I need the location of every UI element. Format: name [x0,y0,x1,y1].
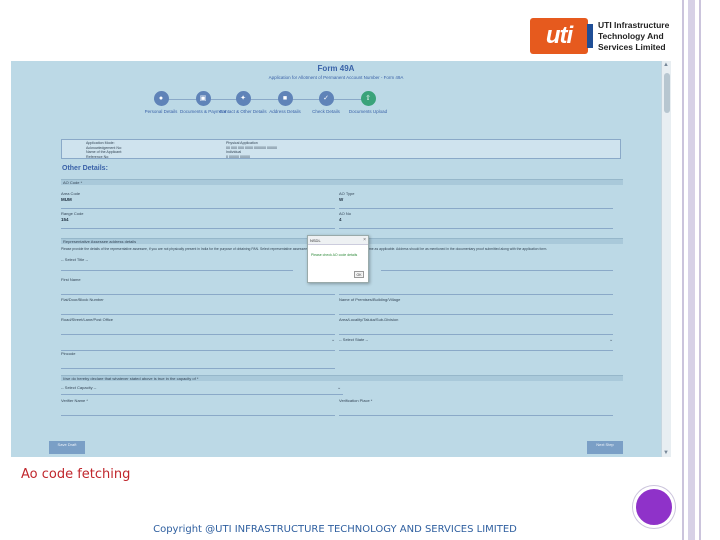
ao-type-field[interactable]: AO Type W [339,191,613,209]
copyright-footer: Copyright @UTI INFRASTRUCTURE TECHNOLOGY… [153,524,517,535]
ao-code-bar: AO Code * [61,179,623,185]
step-label: Documents Upload [348,109,388,114]
ao-type-value: W [339,197,344,202]
first-name-field[interactable]: First Name [61,277,335,295]
slide-caption: Ao code fetching [21,467,131,482]
logo-bar [587,24,593,48]
scroll-up-icon[interactable]: ▲ [663,62,669,68]
person-icon: ● [153,91,169,106]
representative-bar-label: Representative Assessee address details [63,239,137,244]
logo-company-name: UTI Infrastructure Technology And Servic… [598,20,669,53]
address-icon: ■ [277,91,293,106]
vertical-scrollbar[interactable]: ▲ ▼ [661,61,671,457]
form-screenshot: Form 49A Application for Allotment of Pe… [11,61,671,457]
form-49a-page: Form 49A Application for Allotment of Pe… [11,61,661,457]
uti-logo: uti UTI Infrastructure Technology And Se… [530,16,680,56]
state-select-value: -- Select State -- [339,337,369,342]
logo-mark: uti [530,18,593,54]
chevron-down-icon: ⌄ [331,337,336,343]
ao-no-field[interactable]: AO No 4 [339,211,613,229]
save-draft-button[interactable]: Save Draft [49,441,85,454]
next-step-button[interactable]: Next Step [587,441,623,454]
scroll-down-icon[interactable]: ▼ [663,450,669,456]
verifier-name-label: Verifier Name * [61,398,88,403]
state-select[interactable]: -- Select State -- [339,337,613,351]
form-title: Form 49A [317,64,355,73]
capacity-select-value: -- Select Capacity -- [61,385,97,390]
first-name-label: First Name [61,277,81,282]
premises-field[interactable]: Name of Premises/Building/Village [339,297,613,315]
range-code-label: Range Code [61,211,84,216]
area-code-field[interactable]: Area Code MUM [61,191,335,209]
pincode-label: Pincode [61,351,76,356]
town-city-field[interactable] [61,337,335,351]
ao-code-bar-label: AO Code * [63,180,83,185]
last-name-field[interactable] [381,257,613,271]
capacity-select[interactable]: -- Select Capacity -- [61,385,343,395]
logo-line-1: UTI Infrastructure [598,19,670,30]
title-select-value: -- Select Title -- [61,257,89,262]
decorative-line [682,0,684,540]
scroll-thumb[interactable] [664,73,670,113]
flat-door-field[interactable]: Flat/Door/Block Number [61,297,335,315]
area-code-value: MUM [61,197,72,202]
verification-place-field[interactable]: Verification Place * [339,398,613,416]
range-code-value: 154 [61,217,69,222]
dialog-message: Please check AO code details [311,253,358,257]
logo-line-2: Technology And [598,30,664,41]
ao-no-label: AO No [339,211,352,216]
info-value: Physical Application [226,141,258,145]
decorative-circle [633,486,675,528]
area-locality-field[interactable]: Area/Locality/Taluka/Sub-Division [339,317,613,335]
road-street-label: Road/Street/Lane/Post Office [61,317,113,322]
info-value: 00 000 000 0000 000000 00000 [226,145,277,150]
dialog-header: NSDL × [308,236,368,245]
verification-place-label: Verification Place * [339,398,373,403]
area-code-label: Area Code [61,191,81,196]
chevron-down-icon: ⌄ [609,337,614,343]
document-icon: ▣ [195,91,211,106]
upload-icon: ⇧ [360,91,376,106]
logo-mark-text: uti [545,22,573,49]
ao-type-label: AO Type [339,191,355,196]
application-info-box: Application Mode: Physical Application A… [61,139,621,159]
close-icon[interactable]: × [363,236,366,245]
title-select[interactable]: -- Select Title -- [61,257,293,271]
ok-button[interactable]: OK [354,271,364,278]
range-code-field[interactable]: Range Code 154 [61,211,335,229]
info-label: Name of the Applicant: [86,150,123,154]
alert-dialog: NSDL × Please check AO code details OK [307,235,369,283]
ao-no-value: 4 [339,217,342,222]
info-label: Application Mode: [86,141,115,145]
check-icon: ✓ [318,91,334,106]
pincode-field[interactable]: Pincode [61,351,335,369]
declaration-bar: I/we do hereby declare that whatever sta… [61,375,623,381]
area-locality-label: Area/Locality/Taluka/Sub-Division [339,317,399,322]
decorative-line [699,0,701,540]
contact-icon: ✦ [235,91,251,106]
info-label: Acknowledgement No: [86,145,122,150]
info-label: Reference No: [86,154,110,159]
info-value: 0 00000 00000 [226,154,250,159]
chevron-down-icon: ⌄ [337,385,342,391]
logo-line-3: Services Limited [598,41,666,52]
road-street-field[interactable]: Road/Street/Lane/Post Office [61,317,335,335]
decorative-line [688,0,695,540]
section-title: Other Details: [62,165,108,172]
flat-door-label: Flat/Door/Block Number [61,297,104,302]
dialog-title: NSDL [310,238,321,243]
declaration-bar-label: I/we do hereby declare that whatever sta… [63,376,199,381]
form-subtitle: Application for Allotment of Permanent A… [268,75,404,80]
premises-label: Name of Premises/Building/Village [339,297,401,302]
info-value: Individual [226,150,242,154]
middle-name-field[interactable] [339,277,613,295]
step-documents-upload[interactable]: ⇧ Documents Upload [338,91,398,115]
verifier-name-field[interactable]: Verifier Name * [61,398,335,416]
